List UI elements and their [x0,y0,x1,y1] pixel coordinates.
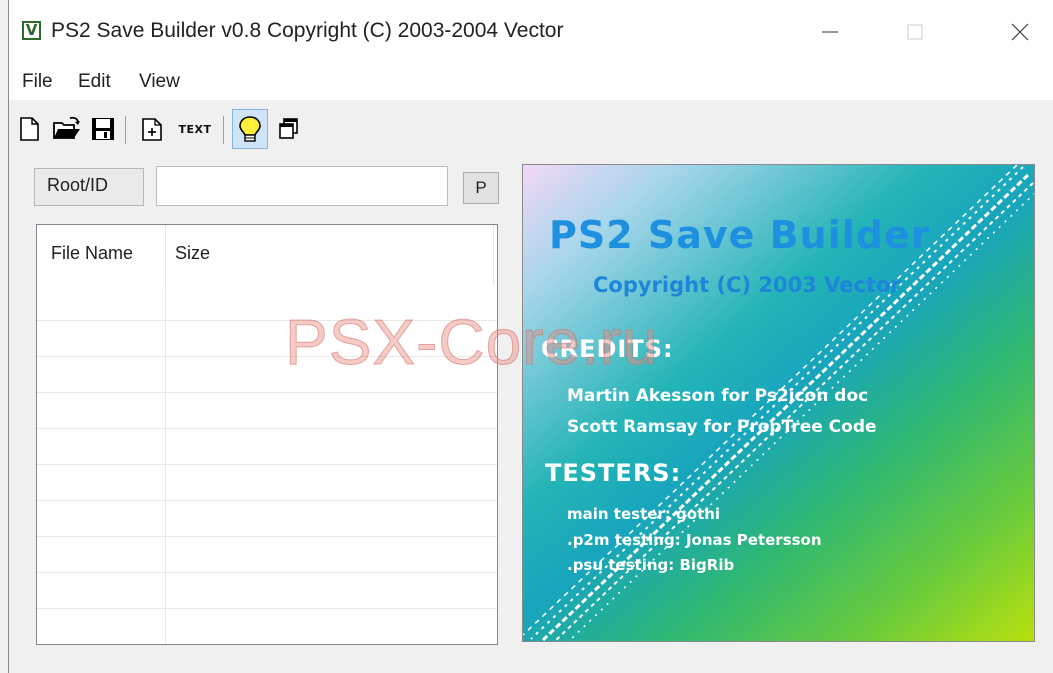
table-row [37,573,497,609]
lightbulb-icon [239,116,261,142]
about-copyright: Copyright (C) 2003 Vector [593,273,901,297]
minimize-button[interactable] [809,14,851,50]
table-row [37,465,497,501]
app-icon: V [22,21,41,40]
table-row [37,609,497,644]
testers-heading: TESTERS: [545,459,682,487]
save-disk-icon [92,118,114,140]
close-button[interactable] [999,14,1041,50]
p-button[interactable]: P [463,172,499,204]
maximize-icon [907,24,923,40]
new-file-icon [20,117,39,141]
tester-line: main tester: gothi [567,505,721,523]
copy-windows-icon [279,118,298,139]
new-file-button[interactable] [13,112,45,146]
close-icon [1011,23,1029,41]
toolbar-separator [223,116,224,144]
about-title: PS2 Save Builder [549,213,931,257]
column-divider[interactable] [493,225,494,285]
table-row [37,429,497,465]
menu-view[interactable]: View [139,71,180,93]
add-file-button[interactable] [136,112,168,146]
watermark: PSX-Core.ru [285,306,659,379]
file-list[interactable]: File Name Size [36,224,498,645]
table-row [37,393,497,429]
copy-windows-button[interactable] [273,112,305,146]
credit-line: Scott Ramsay for PropTree Code [567,417,877,437]
column-file-name[interactable]: File Name [51,243,133,264]
table-row [37,501,497,537]
menu-edit[interactable]: Edit [78,71,111,93]
maximize-button[interactable] [894,14,936,50]
lightbulb-button[interactable] [232,109,268,149]
title-bar[interactable]: V PS2 Save Builder v0.8 Copyright (C) 20… [9,0,1053,62]
tester-line: .psu testing: BigRib [567,556,735,574]
rootid-label: Root/ID [34,168,144,206]
toolbar-separator [125,116,126,144]
credit-line: Martin Akesson for Ps2icon doc [567,386,869,406]
open-folder-button[interactable] [51,112,83,146]
toolbar: TEXT [9,106,509,152]
window-border [8,0,9,673]
save-button[interactable] [87,112,119,146]
menu-bar: File Edit View [9,62,1053,100]
column-gridline [165,285,166,644]
tester-line: .p2m testing: Jonas Petersson [567,531,822,549]
window-title: PS2 Save Builder v0.8 Copyright (C) 2003… [51,19,564,42]
text-icon: TEXT [178,122,212,136]
menu-file[interactable]: File [22,71,53,93]
text-button[interactable]: TEXT [173,112,217,146]
minimize-icon [822,31,838,33]
add-file-icon [142,118,162,141]
app-window: V PS2 Save Builder v0.8 Copyright (C) 20… [0,0,1053,673]
file-list-header: File Name Size [37,225,497,285]
column-divider[interactable] [165,225,166,285]
open-folder-icon [53,116,80,139]
table-row [37,537,497,573]
column-size[interactable]: Size [175,243,210,264]
rootid-input[interactable] [156,166,448,206]
about-panel: PS2 Save Builder Copyright (C) 2003 Vect… [522,164,1035,642]
